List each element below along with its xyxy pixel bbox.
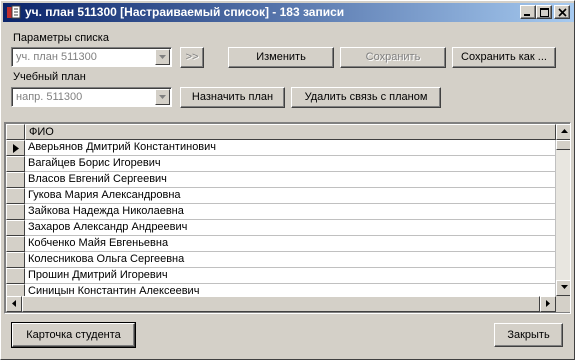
arrow-left-icon: [12, 300, 16, 307]
table-row[interactable]: Аверьянов Дмитрий Константинович: [25, 140, 556, 156]
close-button[interactable]: Закрыть: [494, 323, 563, 347]
row-indicator[interactable]: [6, 140, 25, 156]
main-window: уч. план 511300 [Настраиваемый список] -…: [0, 0, 575, 360]
row-indicator[interactable]: [6, 188, 25, 204]
row-indicator[interactable]: [6, 236, 25, 252]
close-icon: [558, 8, 567, 17]
student-card-button[interactable]: Карточка студента: [11, 322, 136, 348]
minimize-button[interactable]: [520, 5, 536, 19]
save-as-button[interactable]: Сохранить как ...: [452, 47, 556, 68]
table-row[interactable]: Власов Евгений Сергеевич: [25, 172, 556, 188]
table-row[interactable]: Захаров Александр Андреевич: [25, 220, 556, 236]
params-dropdown-button[interactable]: [155, 49, 170, 65]
params-combo-value: уч. план 511300: [16, 51, 97, 63]
remove-plan-link-button[interactable]: Удалить связь с планом: [291, 87, 441, 108]
horizontal-scroll-thumb[interactable]: [22, 296, 540, 312]
row-indicator[interactable]: [6, 204, 25, 220]
vertical-scroll-thumb[interactable]: [556, 140, 570, 150]
table-row[interactable]: Колесникова Ольга Сергеевна: [25, 252, 556, 268]
row-indicator[interactable]: [6, 156, 25, 172]
arrow-right-icon: [546, 300, 550, 307]
params-combo[interactable]: уч. план 511300: [11, 47, 172, 67]
row-pointer-icon: [13, 144, 19, 153]
table-row[interactable]: Прошин Дмитрий Игоревич: [25, 268, 556, 284]
vertical-scrollbar[interactable]: [556, 124, 570, 296]
scroll-down-button[interactable]: [556, 280, 570, 296]
plan-combo-value: напр. 511300: [16, 91, 83, 103]
chevron-down-icon: [159, 55, 166, 59]
table-row[interactable]: Зайкова Надежда Николаевна: [25, 204, 556, 220]
table-row[interactable]: Кобченко Майя Евгеньевна: [25, 236, 556, 252]
save-button[interactable]: Сохранить: [340, 47, 446, 68]
table-row[interactable]: Вагайцев Борис Игоревич: [25, 156, 556, 172]
scroll-right-button[interactable]: [540, 296, 556, 312]
row-indicator[interactable]: [6, 252, 25, 268]
maximize-icon: [540, 8, 549, 17]
chevron-down-icon: [159, 95, 166, 99]
params-label: Параметры списка: [13, 32, 109, 44]
scroll-corner: [556, 296, 570, 312]
minimize-icon: [524, 14, 530, 16]
title-bar[interactable]: уч. план 511300 [Настраиваемый список] -…: [3, 3, 574, 22]
apply-params-button[interactable]: >>: [180, 47, 204, 68]
row-indicator[interactable]: [6, 220, 25, 236]
maximize-button[interactable]: [536, 5, 552, 19]
arrow-up-icon: [561, 129, 568, 133]
plan-dropdown-button[interactable]: [155, 89, 170, 105]
app-icon: [6, 5, 22, 20]
window-title: уч. план 511300 [Настраиваемый список] -…: [25, 5, 345, 19]
plan-combo[interactable]: напр. 511300: [11, 87, 172, 107]
table-row[interactable]: Гукова Мария Александровна: [25, 188, 556, 204]
row-indicator[interactable]: [6, 268, 25, 284]
scroll-left-button[interactable]: [6, 296, 22, 312]
horizontal-scrollbar[interactable]: [6, 296, 556, 312]
column-header-fio[interactable]: ФИО: [25, 124, 556, 140]
close-window-button[interactable]: [554, 5, 570, 19]
students-grid[interactable]: ФИО Аверьянов Дмитрий Константинович Вага…: [4, 122, 571, 314]
scroll-up-button[interactable]: [556, 124, 570, 140]
row-indicator[interactable]: [6, 172, 25, 188]
edit-button[interactable]: Изменить: [228, 47, 334, 68]
assign-plan-button[interactable]: Назначить план: [180, 87, 285, 108]
grid-corner-header: [6, 124, 25, 140]
arrow-down-icon: [561, 285, 568, 289]
plan-label: Учебный план: [13, 71, 86, 83]
